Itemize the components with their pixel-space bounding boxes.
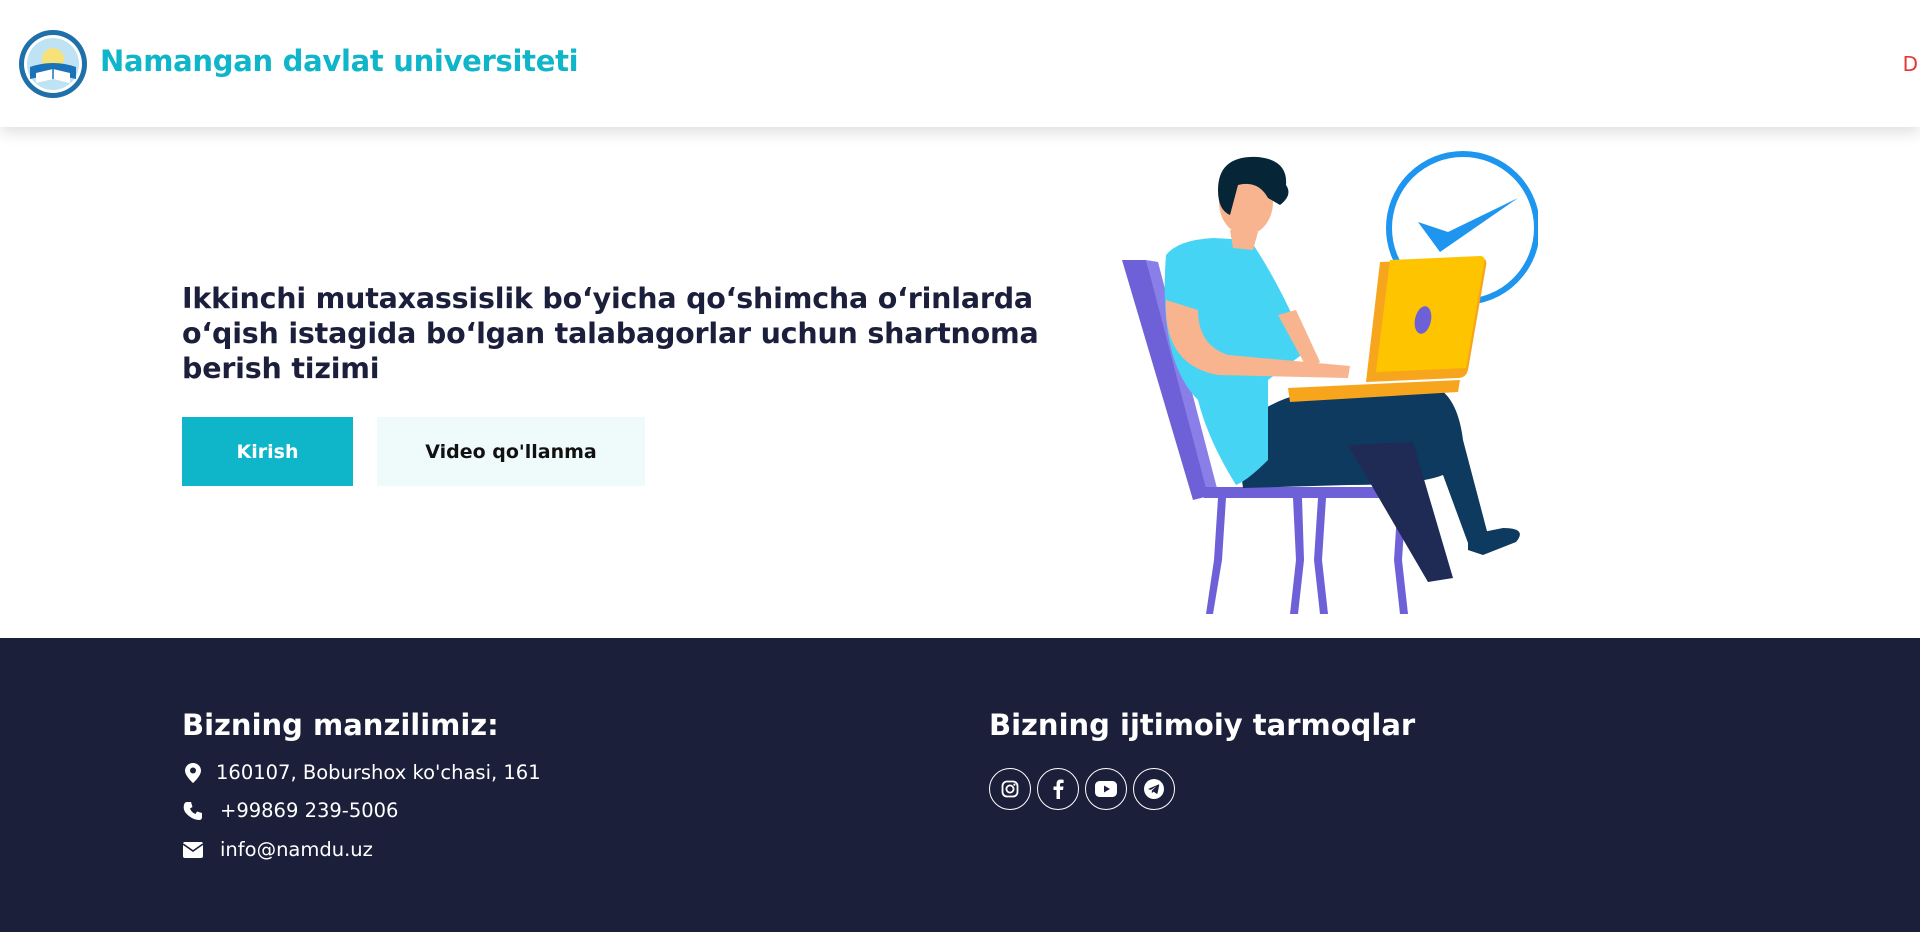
telegram-icon[interactable] — [1133, 768, 1175, 810]
address-text: 160107, Boburshox ko'chasi, 161 — [216, 761, 541, 784]
university-logo-icon[interactable] — [18, 29, 88, 99]
youtube-icon[interactable] — [1085, 768, 1127, 810]
man-with-laptop-illustration — [1118, 140, 1540, 620]
facebook-icon[interactable] — [1037, 768, 1079, 810]
social-title: Bizning ijtimoiy tarmoqlar — [989, 708, 1416, 742]
phone-text[interactable]: +99869 239-5006 — [220, 799, 398, 822]
email-text[interactable]: info@namdu.uz — [220, 838, 373, 861]
email-row: info@namdu.uz — [182, 838, 373, 861]
instagram-icon[interactable] — [989, 768, 1031, 810]
address-row: 160107, Boburshox ko'chasi, 161 — [182, 761, 541, 784]
hero-title: Ikkinchi mutaxassislik bo‘yicha qo‘shimc… — [182, 282, 1039, 385]
site-header: Namangan davlat universiteti D — [0, 0, 1920, 127]
video-guide-button[interactable]: Video qo'llanma — [377, 417, 645, 486]
address-title: Bizning manzilimiz: — [182, 708, 499, 742]
map-pin-icon — [182, 762, 204, 784]
phone-icon — [182, 800, 204, 822]
site-footer: Bizning manzilimiz: 160107, Boburshox ko… — [0, 638, 1920, 932]
social-links — [989, 768, 1175, 810]
site-brand-name[interactable]: Namangan davlat universiteti — [100, 44, 579, 78]
login-button[interactable]: Kirish — [182, 417, 353, 486]
phone-row: +99869 239-5006 — [182, 799, 398, 822]
envelope-icon — [182, 839, 204, 861]
language-switcher[interactable]: D — [1903, 52, 1918, 76]
